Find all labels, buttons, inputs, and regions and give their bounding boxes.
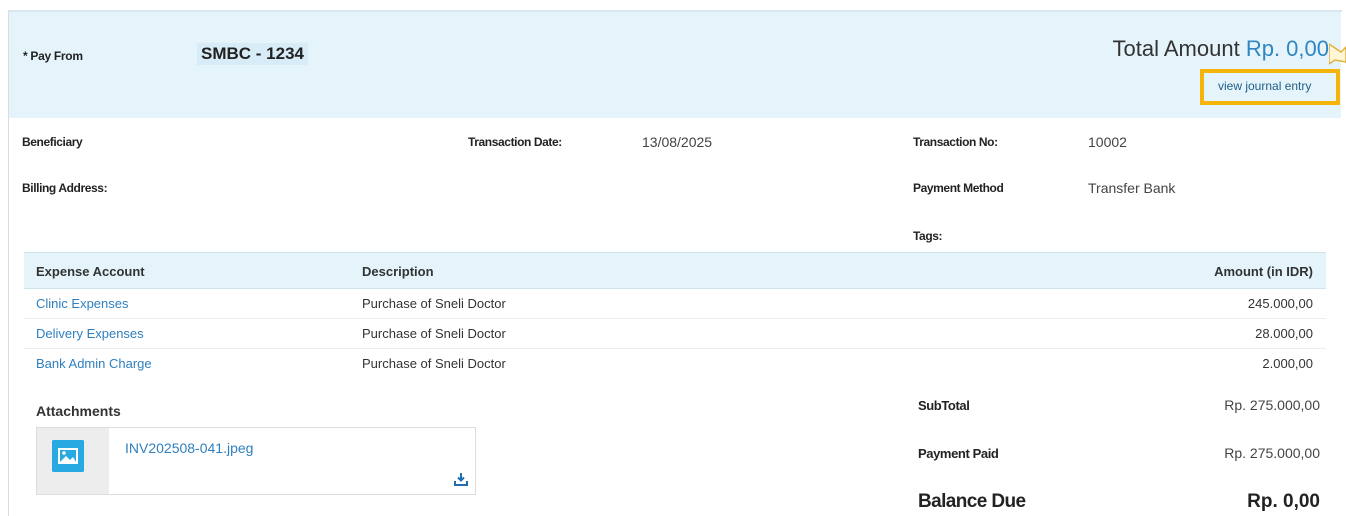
attachment-card: INV202508-041.jpeg (36, 427, 476, 495)
expense-amount: 2.000,00 (1262, 356, 1313, 371)
pay-from-value: SMBC - 1234 (197, 43, 308, 65)
expense-account-link[interactable]: Delivery Expenses (36, 326, 144, 341)
attachment-thumbnail (37, 428, 109, 494)
transaction-no-value: 10002 (1088, 134, 1127, 150)
expense-amount: 245.000,00 (1247, 296, 1313, 311)
balance-due-value: Rp. 0,00 (1247, 491, 1320, 512)
expense-description: Purchase of Sneli Doctor (362, 326, 506, 341)
attachments-title: Attachments (36, 403, 121, 419)
view-journal-entry-link[interactable]: view journal entry (1218, 79, 1311, 93)
column-expense-account: Expense Account (36, 264, 145, 279)
total-amount: Total Amount Rp. 0,00 (1113, 36, 1329, 62)
expense-amount: 28.000,00 (1255, 326, 1313, 341)
pay-from-label: * Pay From (23, 49, 83, 63)
transaction-no-label: Transaction No: (913, 135, 998, 149)
payment-paid-label: Payment Paid (918, 446, 999, 461)
beneficiary-label: Beneficiary (22, 135, 83, 149)
table-row: Clinic Expenses Purchase of Sneli Doctor… (24, 289, 1326, 319)
header-panel: * Pay From SMBC - 1234 Total Amount Rp. … (9, 12, 1341, 118)
table-row: Bank Admin Charge Purchase of Sneli Doct… (24, 349, 1326, 379)
journal-entry-highlight: view journal entry (1200, 69, 1340, 105)
expense-table-header: Expense Account Description Amount (in I… (24, 252, 1326, 289)
transaction-date-label: Transaction Date: (468, 135, 562, 149)
payment-method-value: Transfer Bank (1088, 180, 1176, 196)
payment-method-label: Payment Method (913, 181, 1004, 195)
tags-label: Tags: (913, 229, 943, 243)
column-description: Description (362, 264, 434, 279)
payment-paid-value: Rp. 275.000,00 (1224, 445, 1320, 461)
subtotal-value: Rp. 275.000,00 (1224, 397, 1320, 413)
table-row: Delivery Expenses Purchase of Sneli Doct… (24, 319, 1326, 349)
total-amount-value: Rp. 0,00 (1245, 36, 1329, 61)
expense-account-link[interactable]: Clinic Expenses (36, 296, 129, 311)
attachment-file-link[interactable]: INV202508-041.jpeg (125, 440, 253, 456)
billing-address-label: Billing Address: (22, 181, 108, 195)
expense-description: Purchase of Sneli Doctor (362, 356, 506, 371)
subtotal-label: SubTotal (918, 398, 970, 413)
column-amount: Amount (in IDR) (1214, 264, 1313, 279)
image-icon (52, 440, 84, 472)
download-icon[interactable] (454, 472, 468, 486)
expense-account-link[interactable]: Bank Admin Charge (36, 356, 152, 371)
expense-description: Purchase of Sneli Doctor (362, 296, 506, 311)
transaction-date-value: 13/08/2025 (642, 134, 713, 150)
total-amount-label: Total Amount (1112, 36, 1246, 61)
cursor-icon (1329, 43, 1346, 65)
balance-due-label: Balance Due (918, 491, 1026, 512)
